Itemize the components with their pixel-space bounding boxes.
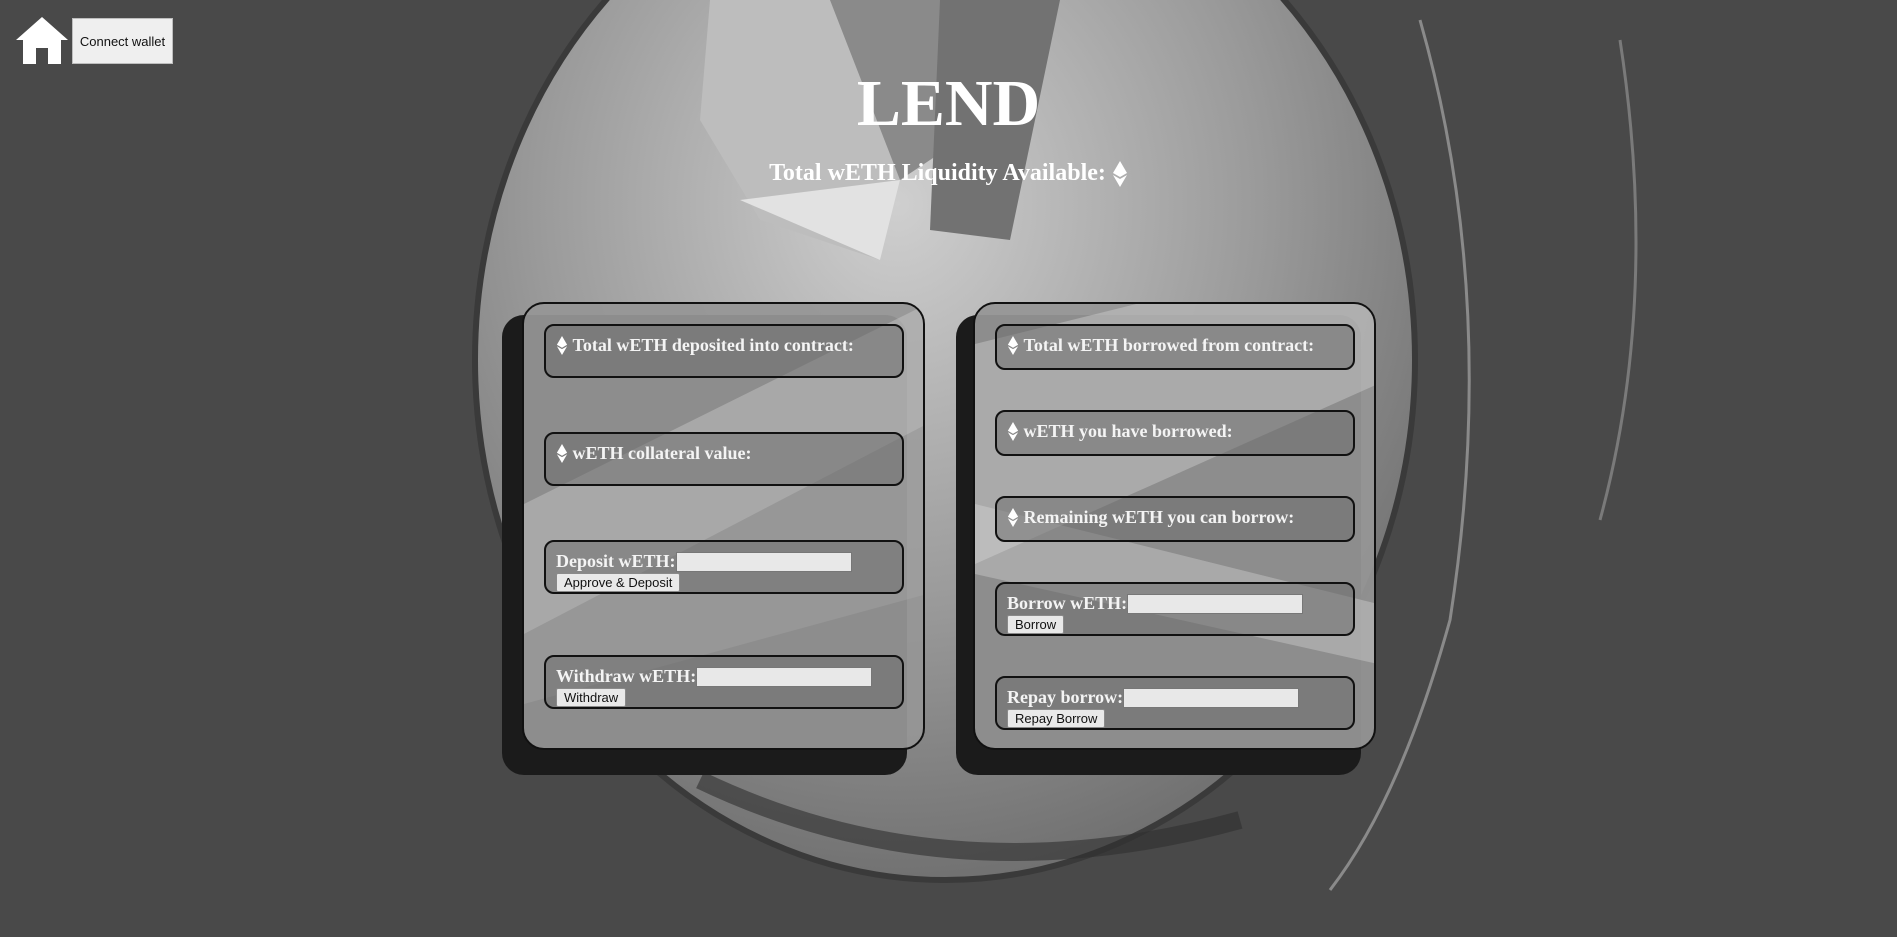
total-borrowed-card: Total wETH borrowed from contract: bbox=[995, 324, 1355, 370]
withdraw-button[interactable]: Withdraw bbox=[556, 688, 627, 708]
borrow-label: Borrow wETH: bbox=[1007, 593, 1128, 614]
withdraw-label: Withdraw wETH: bbox=[556, 666, 697, 687]
lend-panel: Total wETH deposited into contract: wETH… bbox=[522, 302, 925, 750]
withdraw-card: Withdraw wETH: Withdraw bbox=[544, 655, 904, 709]
repay-borrow-button[interactable]: Repay Borrow bbox=[1007, 709, 1106, 729]
borrow-card: Borrow wETH: Borrow bbox=[995, 582, 1355, 636]
deposit-input[interactable] bbox=[675, 551, 852, 572]
page-title: LEND bbox=[856, 67, 1041, 140]
eth-icon bbox=[556, 444, 568, 464]
withdraw-input[interactable] bbox=[696, 666, 873, 687]
total-deposited-card: Total wETH deposited into contract: bbox=[544, 324, 904, 378]
collateral-label: wETH collateral value: bbox=[572, 443, 752, 464]
you-borrowed-card: wETH you have borrowed: bbox=[995, 410, 1355, 456]
borrow-button[interactable]: Borrow bbox=[1007, 615, 1065, 635]
eth-icon bbox=[1112, 161, 1127, 188]
deposit-label: Deposit wETH: bbox=[556, 551, 676, 572]
borrow-input[interactable] bbox=[1127, 593, 1304, 614]
repay-label: Repay borrow: bbox=[1007, 687, 1124, 708]
you-borrowed-label: wETH you have borrowed: bbox=[1023, 421, 1233, 442]
eth-icon bbox=[556, 336, 568, 356]
eth-icon bbox=[1007, 336, 1019, 356]
repay-input[interactable] bbox=[1123, 687, 1300, 708]
liquidity-label: Total wETH Liquidity Available: bbox=[769, 160, 1106, 186]
repay-card: Repay borrow: Repay Borrow bbox=[995, 676, 1355, 730]
total-borrowed-label: Total wETH borrowed from contract: bbox=[1023, 335, 1315, 356]
borrow-panel: Total wETH borrowed from contract: wETH … bbox=[973, 302, 1376, 750]
home-button[interactable] bbox=[14, 14, 70, 68]
total-deposited-label: Total wETH deposited into contract: bbox=[572, 335, 854, 356]
remaining-borrow-card: Remaining wETH you can borrow: bbox=[995, 496, 1355, 542]
deposit-card: Deposit wETH: Approve & Deposit bbox=[544, 540, 904, 594]
approve-deposit-button[interactable]: Approve & Deposit bbox=[556, 573, 681, 593]
liquidity-heading: Total wETH Liquidity Available: bbox=[0, 158, 1897, 188]
collateral-card: wETH collateral value: bbox=[544, 432, 904, 486]
eth-icon bbox=[1007, 422, 1019, 442]
home-icon bbox=[16, 17, 68, 64]
eth-icon bbox=[1007, 508, 1019, 528]
connect-wallet-button[interactable]: Connect wallet bbox=[72, 18, 173, 64]
remaining-borrow-label: Remaining wETH you can borrow: bbox=[1023, 507, 1295, 528]
